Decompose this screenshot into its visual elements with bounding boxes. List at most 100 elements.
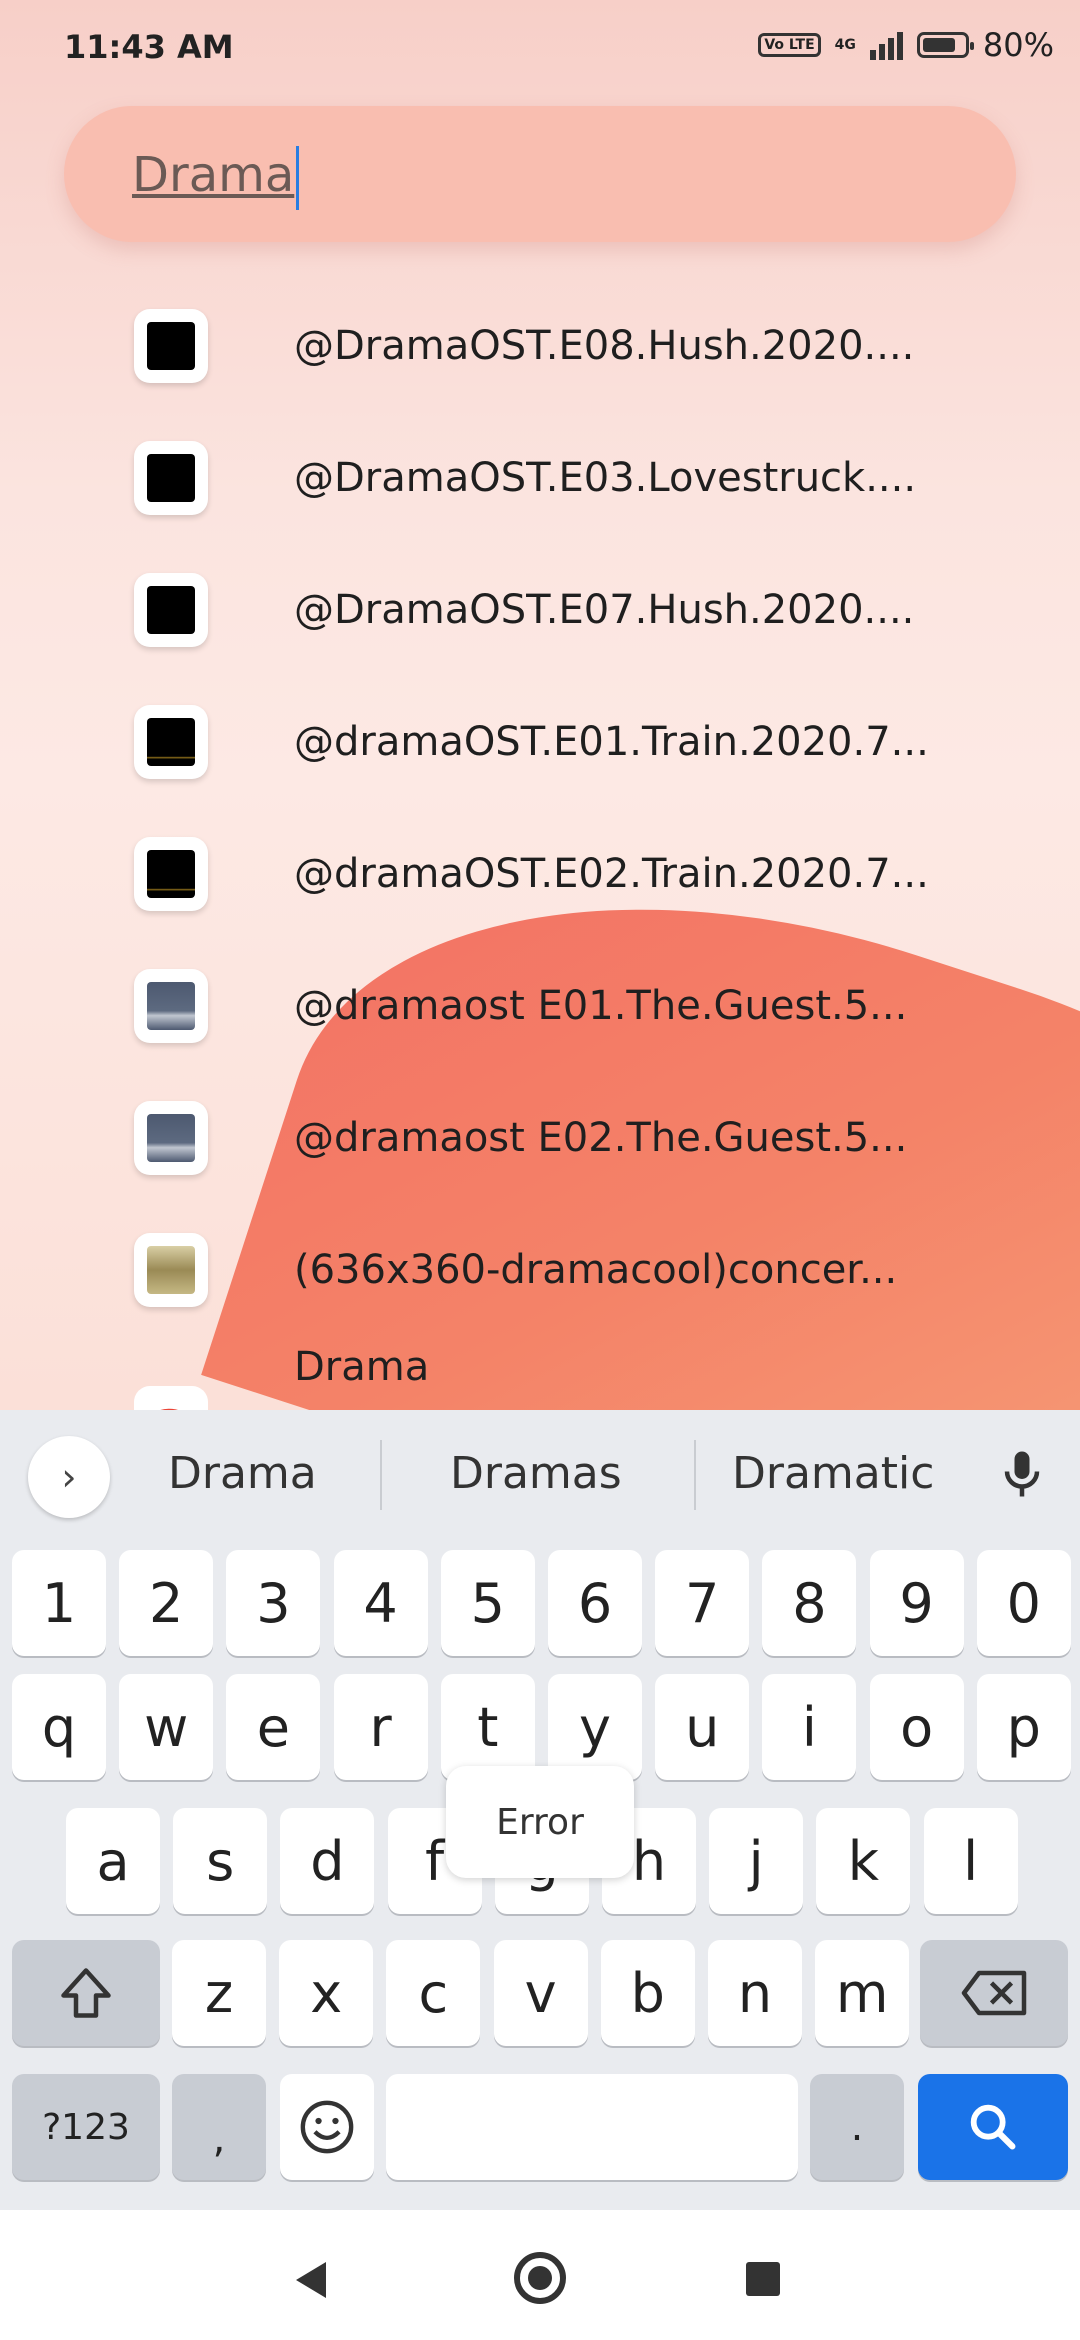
emoji-icon <box>300 2100 354 2154</box>
search-input[interactable]: Drama <box>64 106 1016 242</box>
key-j[interactable]: j <box>709 1808 804 1914</box>
result-thumbnail <box>134 705 208 779</box>
status-time: 11:43 AM <box>64 28 234 66</box>
key-6[interactable]: 6 <box>548 1550 642 1656</box>
shift-key[interactable] <box>12 1940 160 2046</box>
key-9[interactable]: 9 <box>869 1550 964 1656</box>
suggestion-bar: › Drama Dramas Dramatic <box>0 1410 1080 1530</box>
result-item[interactable]: @dramaOST.E02.Train.2020.7... <box>0 808 1080 940</box>
key-2[interactable]: 2 <box>119 1550 214 1656</box>
key-i[interactable]: i <box>762 1674 857 1780</box>
result-thumbnail <box>134 573 208 647</box>
key-t[interactable]: t <box>440 1674 535 1780</box>
key-1[interactable]: 1 <box>12 1550 106 1656</box>
result-item[interactable]: @dramaost E01.The.Guest.5... <box>0 940 1080 1072</box>
key-s[interactable]: s <box>173 1808 268 1914</box>
key-q[interactable]: q <box>12 1674 106 1780</box>
back-icon[interactable] <box>296 2262 326 2298</box>
key-e[interactable]: e <box>226 1674 321 1780</box>
key-z[interactable]: z <box>172 1940 266 2046</box>
result-label: @DramaOST.E03.Lovestruck.... <box>294 455 917 501</box>
key-3[interactable]: 3 <box>226 1550 321 1656</box>
status-icons: Vo LTE 4G 80% <box>758 26 1054 64</box>
battery-percent: 80% <box>982 26 1054 64</box>
period-key[interactable]: . <box>810 2074 904 2180</box>
result-item[interactable]: @dramaost E02.The.Guest.5... <box>0 1072 1080 1204</box>
suggestion-divider <box>380 1440 382 1510</box>
result-item[interactable]: (636x360-dramacool)concer... <box>0 1204 1080 1336</box>
emoji-key[interactable] <box>280 2074 374 2180</box>
comma-key[interactable]: , <box>172 2074 266 2180</box>
result-thumbnail <box>134 1101 208 1175</box>
shift-icon <box>61 1968 111 2018</box>
navigation-bar <box>0 2210 1080 2340</box>
thumbnail-image <box>147 850 195 898</box>
thumbnail-image <box>147 322 195 370</box>
key-u[interactable]: u <box>655 1674 750 1780</box>
key-o[interactable]: o <box>869 1674 964 1780</box>
key-0[interactable]: 0 <box>976 1550 1071 1656</box>
battery-icon <box>916 32 974 58</box>
key-x[interactable]: x <box>279 1940 374 2046</box>
thumbnail-image <box>147 586 195 634</box>
suggestion-3[interactable]: Dramatic <box>732 1448 934 1499</box>
suggestion-1[interactable]: Drama <box>168 1448 317 1499</box>
key-m[interactable]: m <box>815 1940 910 2046</box>
key-4[interactable]: 4 <box>333 1550 428 1656</box>
status-bar: 11:43 AM Vo LTE 4G 80% <box>0 0 1080 96</box>
volte-icon: Vo LTE <box>758 33 821 57</box>
key-l[interactable]: l <box>923 1808 1018 1914</box>
result-thumbnail <box>134 969 208 1043</box>
expand-toolbar-button[interactable]: › <box>28 1436 110 1518</box>
key-a[interactable]: a <box>66 1808 160 1914</box>
search-key[interactable] <box>918 2074 1068 2180</box>
result-label: (636x360-dramacool)concer... <box>294 1247 898 1293</box>
key-5[interactable]: 5 <box>440 1550 535 1656</box>
thumbnail-image <box>147 1246 195 1294</box>
symbols-key[interactable]: ?123 <box>12 2074 160 2180</box>
result-label: @dramaost E02.The.Guest.5... <box>294 1115 908 1161</box>
result-item[interactable]: @dramaOST.E01.Train.2020.7... <box>0 676 1080 808</box>
key-n[interactable]: n <box>708 1940 802 2046</box>
thumbnail-image <box>147 718 195 766</box>
result-thumbnail <box>134 309 208 383</box>
suggestion-2[interactable]: Dramas <box>450 1448 622 1499</box>
result-label: @DramaOST.E08.Hush.2020.... <box>294 323 915 369</box>
key-k[interactable]: k <box>816 1808 911 1914</box>
signal-icon <box>869 30 903 60</box>
key-p[interactable]: p <box>976 1674 1071 1780</box>
backspace-icon <box>961 1970 1027 2016</box>
key-7[interactable]: 7 <box>655 1550 750 1656</box>
thumbnail-image <box>147 1114 195 1162</box>
suggestion-divider <box>694 1440 696 1510</box>
result-label: @dramaost E01.The.Guest.5... <box>294 983 908 1029</box>
key-8[interactable]: 8 <box>762 1550 857 1656</box>
microphone-icon[interactable] <box>992 1444 1052 1504</box>
result-label: @dramaOST.E01.Train.2020.7... <box>294 719 929 765</box>
result-item[interactable]: @DramaOST.E07.Hush.2020.... <box>0 544 1080 676</box>
key-v[interactable]: v <box>493 1940 588 2046</box>
result-thumbnail <box>134 837 208 911</box>
result-thumbnail <box>134 441 208 515</box>
result-label: @DramaOST.E07.Hush.2020.... <box>294 587 915 633</box>
key-r[interactable]: r <box>333 1674 428 1780</box>
key-y[interactable]: y <box>548 1674 642 1780</box>
chevron-right-icon: › <box>61 1455 77 1499</box>
space-key[interactable] <box>386 2074 798 2180</box>
backspace-key[interactable] <box>920 1940 1068 2046</box>
result-item[interactable]: @DramaOST.E08.Hush.2020.... <box>0 280 1080 412</box>
network-type: 4G <box>834 37 856 53</box>
home-icon[interactable] <box>514 2252 566 2304</box>
thumbnail-image <box>147 454 195 502</box>
recents-icon[interactable] <box>746 2262 780 2296</box>
web-suggestion-label: Drama <box>294 1344 430 1390</box>
key-c[interactable]: c <box>386 1940 481 2046</box>
search-query-text: Drama <box>132 146 300 210</box>
key-d[interactable]: d <box>280 1808 375 1914</box>
search-results-list: @DramaOST.E08.Hush.2020.... @DramaOST.E03… <box>0 280 1080 1460</box>
text-cursor <box>296 146 300 210</box>
result-thumbnail <box>134 1233 208 1307</box>
key-w[interactable]: w <box>119 1674 214 1780</box>
key-b[interactable]: b <box>600 1940 695 2046</box>
result-item[interactable]: @DramaOST.E03.Lovestruck.... <box>0 412 1080 544</box>
